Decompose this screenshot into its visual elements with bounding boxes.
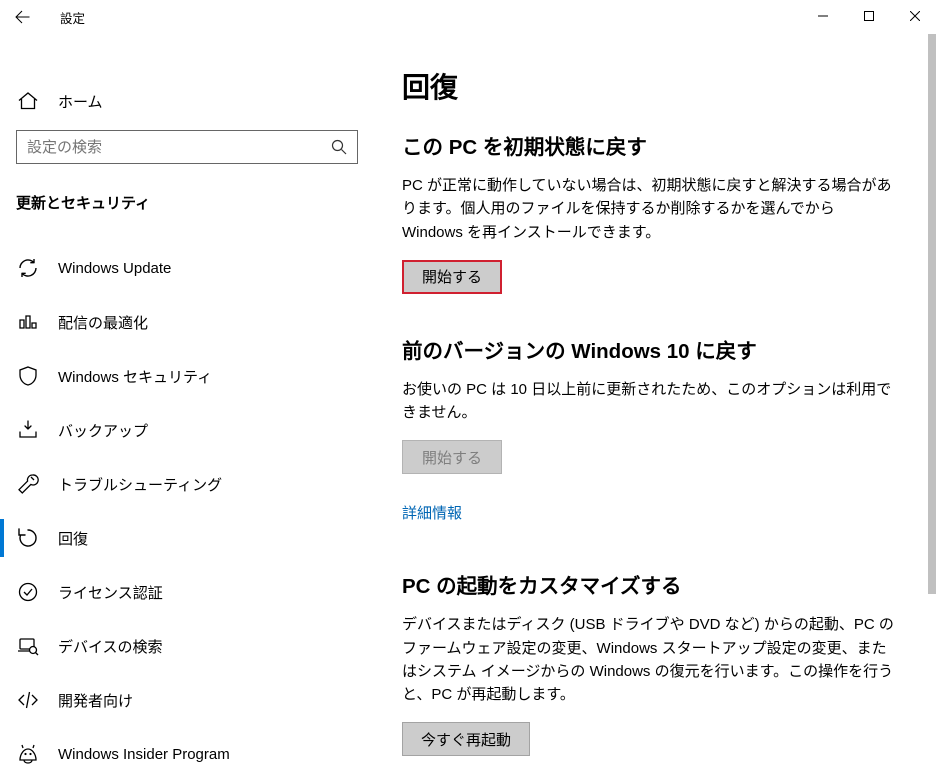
wrench-icon: [16, 472, 40, 496]
shield-icon: [16, 364, 40, 388]
nav-item-label: 回復: [58, 528, 88, 549]
maximize-icon: [864, 11, 874, 21]
maximize-button[interactable]: [846, 0, 892, 32]
home-icon: [16, 89, 40, 113]
window-controls: [800, 0, 938, 32]
previous-start-button: 開始する: [402, 440, 502, 474]
page-title: 回復: [402, 66, 898, 106]
nav-item-insider[interactable]: Windows Insider Program: [0, 727, 390, 767]
search-input[interactable]: [27, 139, 331, 156]
section-heading: 前のバージョンの Windows 10 に戻す: [402, 334, 898, 364]
section-previous-version: 前のバージョンの Windows 10 に戻す お使いの PC は 10 日以上…: [402, 334, 898, 530]
back-button[interactable]: [0, 0, 46, 34]
nav-item-windows-security[interactable]: Windows セキュリティ: [0, 349, 390, 403]
nav-item-label: ライセンス認証: [58, 582, 163, 603]
minimize-icon: [818, 11, 828, 21]
home-label: ホーム: [58, 91, 103, 112]
close-icon: [910, 11, 920, 21]
sync-icon: [16, 256, 40, 280]
window-title: 設定: [46, 8, 85, 27]
section-heading: PC の起動をカスタマイズする: [402, 569, 898, 599]
main-content: 回復 この PC を初期状態に戻す PC が正常に動作していない場合は、初期状態…: [390, 34, 938, 767]
section-heading: この PC を初期状態に戻す: [402, 130, 898, 160]
search-box[interactable]: [16, 130, 358, 164]
section-startup: PC の起動をカスタマイズする デバイスまたはディスク (USB ドライブや D…: [402, 569, 898, 756]
nav-item-find-device[interactable]: デバイスの検索: [0, 619, 390, 673]
activation-icon: [16, 580, 40, 604]
nav-item-recovery[interactable]: 回復: [0, 511, 390, 565]
section-reset: この PC を初期状態に戻す PC が正常に動作していない場合は、初期状態に戻す…: [402, 130, 898, 294]
nav-list: Windows Update 配信の最適化 Windows セキュリティ: [0, 241, 390, 767]
backup-icon: [16, 418, 40, 442]
back-arrow-icon: [15, 9, 31, 25]
nav-item-activation[interactable]: ライセンス認証: [0, 565, 390, 619]
nav-item-label: 開発者向け: [58, 690, 133, 711]
optimize-icon: [16, 310, 40, 334]
previous-details-link[interactable]: 詳細情報: [402, 502, 462, 523]
section-desc: PC が正常に動作していない場合は、初期状態に戻すと解決する場合があります。個人…: [402, 174, 898, 244]
reset-start-button[interactable]: 開始する: [402, 260, 502, 294]
find-device-icon: [16, 634, 40, 658]
nav-item-label: Windows Update: [58, 260, 171, 277]
nav-item-label: トラブルシューティング: [58, 474, 222, 495]
section-desc: デバイスまたはディスク (USB ドライブや DVD など) からの起動、PC …: [402, 613, 898, 706]
sidebar: ホーム 更新とセキュリティ Windows Update: [0, 34, 390, 767]
nav-item-label: デバイスの検索: [58, 636, 163, 657]
nav-item-troubleshoot[interactable]: トラブルシューティング: [0, 457, 390, 511]
recovery-icon: [16, 526, 40, 550]
nav-item-delivery-optimization[interactable]: 配信の最適化: [0, 295, 390, 349]
scrollbar-thumb[interactable]: [928, 34, 936, 594]
nav-item-label: Windows Insider Program: [58, 746, 230, 763]
home-button[interactable]: ホーム: [0, 78, 390, 124]
category-title: 更新とセキュリティ: [0, 174, 390, 227]
nav-item-label: バックアップ: [58, 420, 148, 441]
insider-icon: [16, 742, 40, 766]
section-desc: お使いの PC は 10 日以上前に更新されたため、このオプションは利用できませ…: [402, 378, 898, 425]
minimize-button[interactable]: [800, 0, 846, 32]
nav-item-developer[interactable]: 開発者向け: [0, 673, 390, 727]
nav-item-label: Windows セキュリティ: [58, 366, 212, 387]
search-icon: [331, 139, 347, 155]
nav-item-windows-update[interactable]: Windows Update: [0, 241, 390, 295]
close-button[interactable]: [892, 0, 938, 32]
nav-item-backup[interactable]: バックアップ: [0, 403, 390, 457]
nav-item-label: 配信の最適化: [58, 312, 148, 333]
developer-icon: [16, 688, 40, 712]
title-bar: 設定: [0, 0, 938, 34]
restart-now-button[interactable]: 今すぐ再起動: [402, 722, 530, 756]
